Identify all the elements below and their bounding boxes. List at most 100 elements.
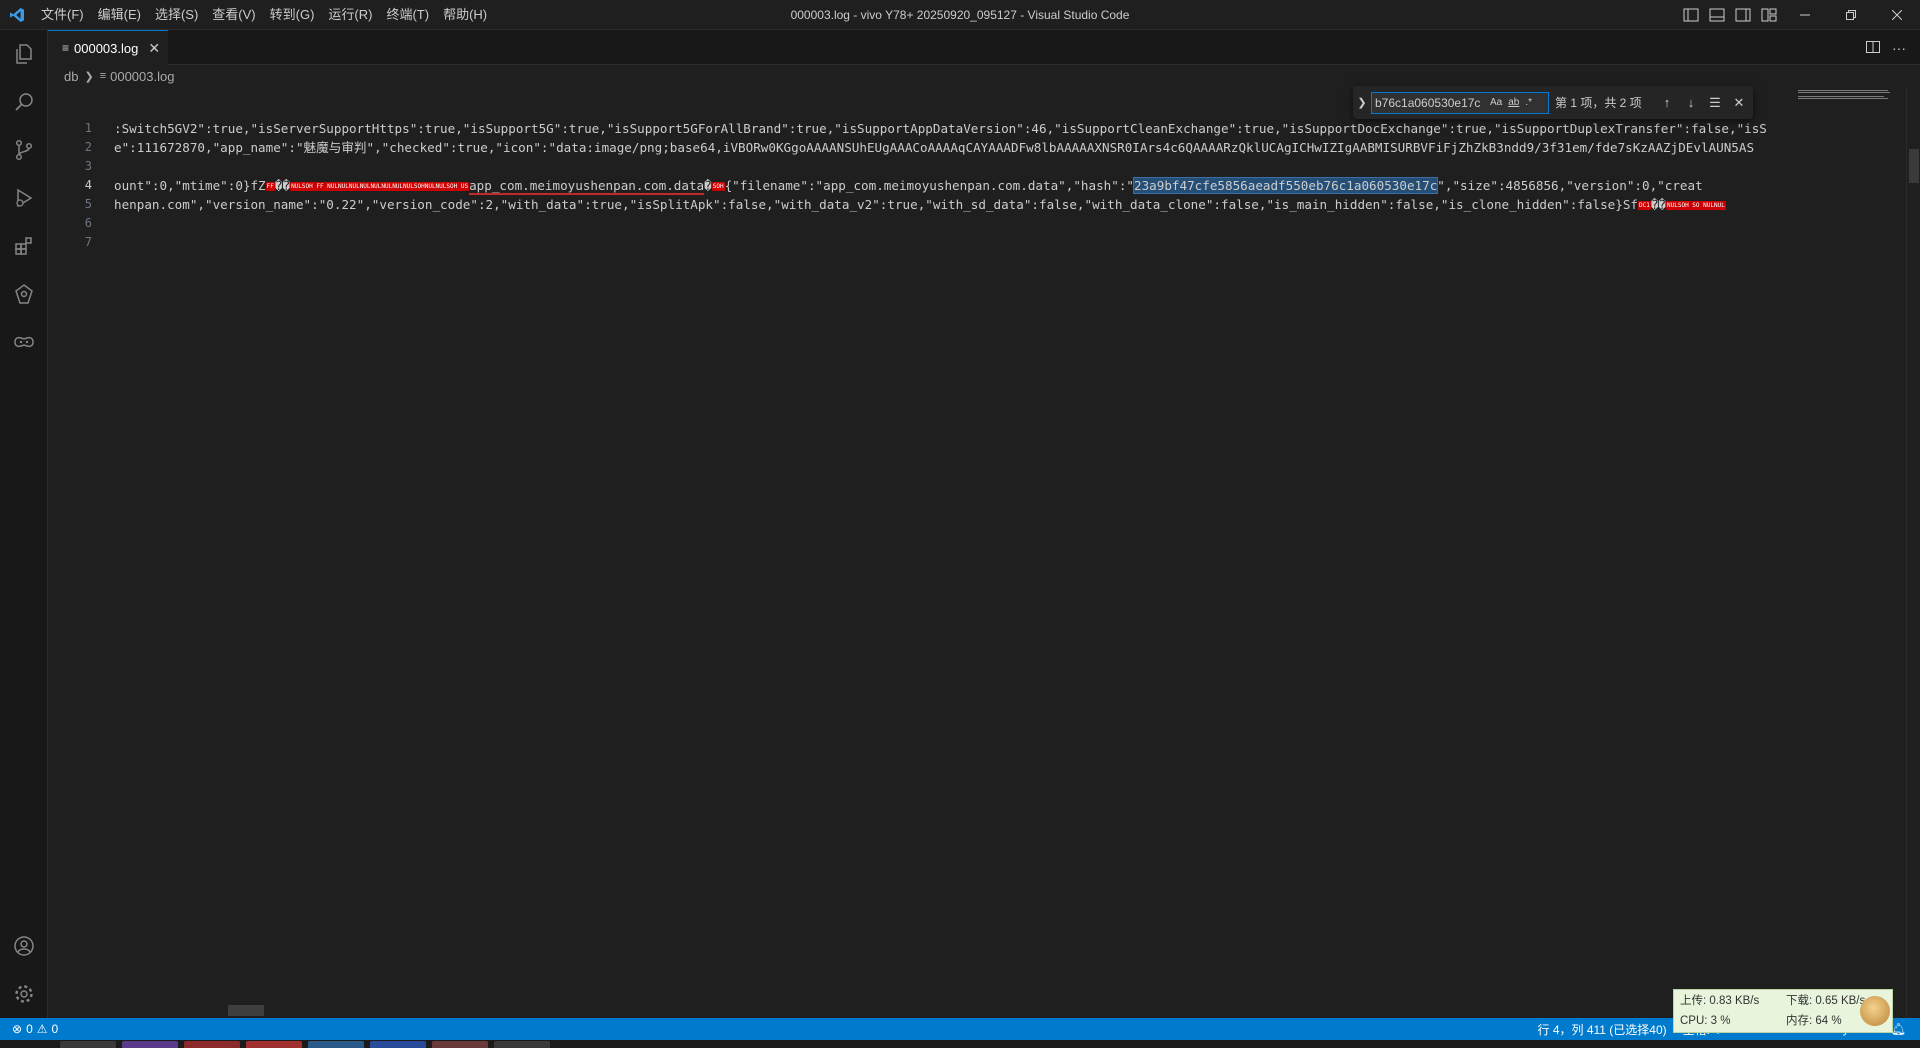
code-line-2: e":111672870,"app_name":"魅魔与审判","checked…	[114, 140, 1755, 155]
download-speed: 下载: 0.65 KB/s	[1786, 995, 1866, 1007]
extensions-icon[interactable]	[0, 222, 48, 270]
remote-explorer-icon[interactable]	[0, 270, 48, 318]
menu-terminal[interactable]: 终端(T)	[379, 4, 436, 26]
activity-bar	[0, 30, 48, 1018]
line-number: 6	[84, 216, 92, 230]
settings-gear-icon[interactable]	[0, 970, 48, 1018]
toggle-secondary-sidebar-icon[interactable]	[1732, 4, 1754, 26]
find-in-selection-icon[interactable]: ☰	[1703, 95, 1727, 111]
code-text-underlined: app_com.meimoyushenpan.com.data	[469, 178, 705, 195]
explorer-icon[interactable]	[0, 30, 48, 78]
close-tab-icon[interactable]: ✕	[148, 40, 160, 57]
vertical-scrollbar-thumb[interactable]	[1909, 149, 1919, 183]
code-text: ��	[274, 178, 291, 193]
run-debug-icon[interactable]	[0, 174, 48, 222]
line-number: 5	[84, 197, 92, 211]
taskbar-app[interactable]	[184, 1041, 240, 1048]
taskbar-app[interactable]	[122, 1041, 178, 1048]
source-control-icon[interactable]	[0, 126, 48, 174]
regex-toggle[interactable]: .*	[1522, 97, 1535, 108]
network-monitor-widget[interactable]: 上传: 0.83 KB/s 下载: 0.65 KB/s CPU: 3 % 内存:…	[1673, 989, 1893, 1033]
code-text: ��	[1650, 197, 1667, 212]
os-taskbar	[0, 1040, 1920, 1048]
taskbar-app[interactable]	[246, 1041, 302, 1048]
file-lines-icon: ≡	[62, 41, 70, 55]
line-number-active: 4	[84, 178, 92, 192]
menu-view[interactable]: 查看(V)	[205, 4, 262, 26]
whole-word-toggle[interactable]: ab	[1505, 97, 1522, 108]
menu-edit[interactable]: 编辑(E)	[91, 4, 148, 26]
code-line-1: :Switch5GV2":true,"isServerSupportHttps"…	[114, 121, 1767, 136]
control-char-badge: SOH	[711, 182, 725, 191]
menu-help[interactable]: 帮助(H)	[436, 4, 494, 26]
control-char-badge: NULSOH SO NULNUL	[1666, 201, 1726, 210]
cpu-usage: CPU: 3 %	[1680, 1015, 1731, 1027]
menu-file[interactable]: 文件(F)	[34, 4, 91, 26]
toggle-panel-icon[interactable]	[1706, 4, 1728, 26]
tab-000003-log[interactable]: ≡ 000003.log ✕	[48, 30, 168, 65]
taskbar-app[interactable]	[308, 1041, 364, 1048]
menu-run[interactable]: 运行(R)	[321, 4, 379, 26]
search-icon[interactable]	[0, 78, 48, 126]
menu-bar: 文件(F) 编辑(E) 选择(S) 查看(V) 转到(G) 运行(R) 终端(T…	[34, 0, 494, 30]
editor-tab-bar: ≡ 000003.log ✕ ···	[48, 30, 1920, 65]
close-window-button[interactable]	[1874, 0, 1920, 30]
tab-label: 000003.log	[74, 40, 139, 56]
code-text: ","size":4856856,"version":0,"creat	[1437, 178, 1703, 193]
accounts-icon[interactable]	[0, 922, 48, 970]
breadcrumb-file[interactable]: 000003.log	[110, 69, 174, 84]
cursor-position[interactable]: 行 4，列 411 (已选择40)	[1530, 1021, 1675, 1038]
vscode-logo-icon	[0, 0, 34, 30]
minimap-line	[1798, 92, 1890, 93]
split-editor-icon[interactable]	[1860, 40, 1886, 56]
warning-icon: ⚠	[36, 1022, 48, 1036]
error-count: 0	[26, 1022, 33, 1036]
customize-layout-icon[interactable]	[1758, 4, 1780, 26]
breadcrumb-folder[interactable]: db	[64, 69, 78, 84]
upload-speed: 上传: 0.83 KB/s	[1680, 995, 1760, 1007]
restore-button[interactable]	[1828, 0, 1874, 30]
minimap[interactable]	[1790, 87, 1900, 1018]
toggle-replace-icon[interactable]: ❯	[1353, 96, 1371, 109]
code-text: ount":0,"mtime":0}fZ	[114, 178, 266, 193]
match-case-toggle[interactable]: Aa	[1487, 97, 1505, 108]
warning-count: 0	[51, 1022, 59, 1036]
status-bar: ⊗ 0 ⚠ 0 行 4，列 411 (已选择40) 空格: 4 UTF-8 LF…	[0, 1018, 1920, 1040]
code-view[interactable]: :Switch5GV2":true,"isServerSupportHttps"…	[114, 87, 1833, 1018]
file-lines-icon: ≡	[99, 70, 107, 82]
problems-indicator[interactable]: ⊗ 0 ⚠ 0	[0, 1022, 58, 1036]
horizontal-scrollbar-thumb[interactable]	[228, 1005, 264, 1016]
title-bar: 文件(F) 编辑(E) 选择(S) 查看(V) 转到(G) 运行(R) 终端(T…	[0, 0, 1920, 30]
taskbar-app[interactable]	[494, 1041, 550, 1048]
taskbar-app[interactable]	[432, 1041, 488, 1048]
find-match-count: 第 1 项，共 2 项	[1555, 96, 1642, 110]
close-find-icon[interactable]: ✕	[1727, 95, 1751, 111]
find-widget: ❯ Aa ab .* 第 1 项，共 2 项 ↑ ↓ ☰ ✕	[1353, 86, 1753, 119]
taskbar-app[interactable]	[370, 1041, 426, 1048]
memory-usage: 内存: 64 %	[1786, 1015, 1842, 1027]
line-number: 7	[84, 235, 92, 249]
menu-selection[interactable]: 选择(S)	[148, 4, 205, 26]
minimize-button[interactable]	[1782, 0, 1828, 30]
next-match-icon[interactable]: ↓	[1679, 95, 1703, 110]
previous-match-icon[interactable]: ↑	[1655, 95, 1679, 110]
more-actions-icon[interactable]: ···	[1886, 40, 1912, 56]
minimap-line	[1798, 98, 1888, 99]
vertical-scrollbar[interactable]	[1906, 87, 1920, 1018]
mascot-avatar	[1860, 996, 1890, 1026]
copilot-icon[interactable]	[0, 318, 48, 366]
editor-area[interactable]: 1 2 3 4 5 6 7 :Switch5GV2":true,"isServe…	[48, 87, 1920, 1018]
code-line-4: ount":0,"mtime":0}fZFF��NULSOH FF NULNUL…	[114, 176, 1703, 195]
code-text: {"filename":"app_com.meimoyushenpan.com.…	[724, 178, 1134, 193]
find-input[interactable]	[1375, 95, 1487, 110]
chevron-right-icon: ❯	[84, 70, 94, 83]
taskbar-app[interactable]	[60, 1041, 116, 1048]
minimap-line	[1798, 90, 1888, 91]
error-icon: ⊗	[12, 1022, 23, 1036]
code-line-5: henpan.com","version_name":"0.22","versi…	[114, 195, 1726, 214]
code-text: henpan.com","version_name":"0.22","versi…	[114, 197, 1638, 212]
menu-go[interactable]: 转到(G)	[263, 4, 322, 26]
toggle-primary-sidebar-icon[interactable]	[1680, 4, 1702, 26]
code-text: �	[704, 178, 712, 193]
control-char-badge: NULSOH FF NULNULNULNULNULNULNULNULSOHNUL…	[290, 182, 470, 191]
